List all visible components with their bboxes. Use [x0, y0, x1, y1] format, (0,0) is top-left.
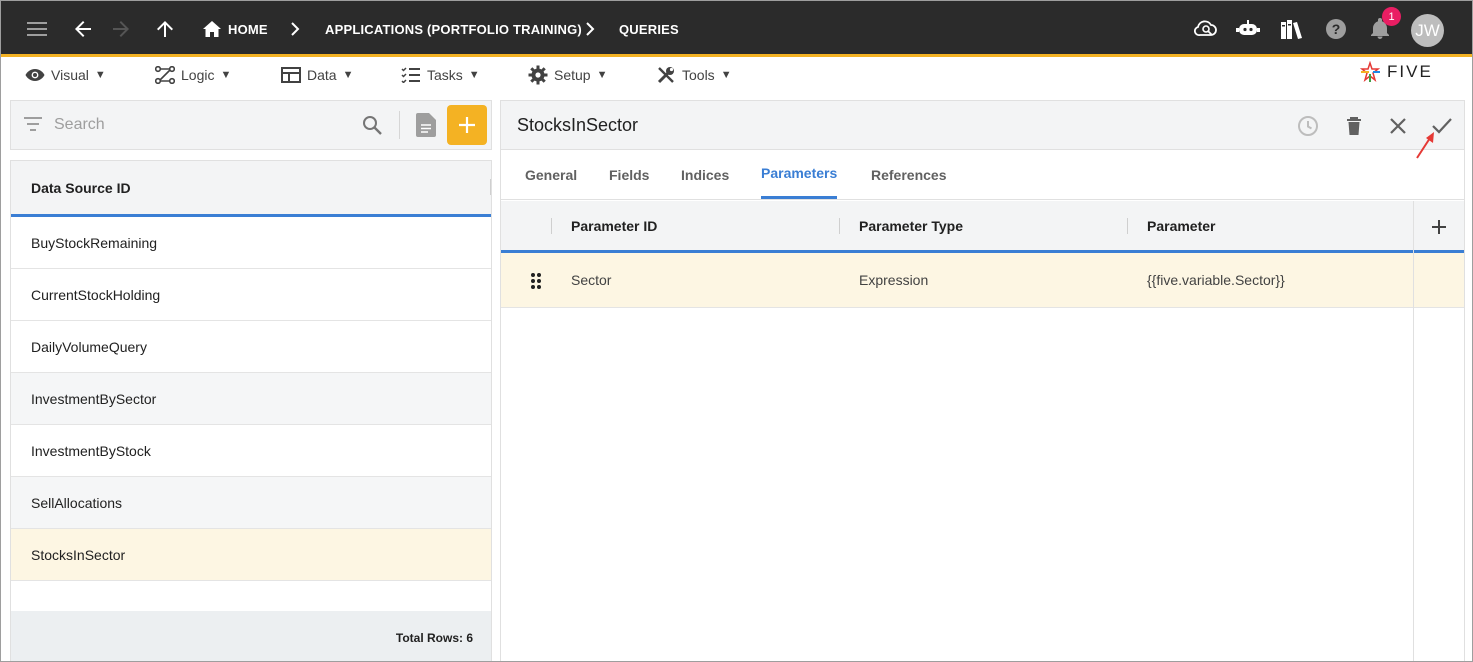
- cell-parameter-type: Expression: [859, 272, 929, 288]
- up-arrow-icon[interactable]: [153, 1, 177, 57]
- list-item[interactable]: DailyVolumeQuery: [11, 321, 491, 373]
- cloud-search-icon[interactable]: [1193, 1, 1219, 57]
- dropdown-arrow: ▼: [220, 69, 232, 81]
- column-header-parameter[interactable]: Parameter: [1147, 201, 1216, 250]
- grid-action-column-divider: [1413, 201, 1414, 661]
- menu-tools-label: Tools: [682, 67, 715, 83]
- svg-text:?: ?: [1332, 21, 1341, 37]
- menu-visual-label: Visual: [51, 67, 89, 83]
- tab-references[interactable]: References: [871, 150, 947, 199]
- menu-tools[interactable]: Tools ▼: [656, 60, 732, 90]
- cell-parameter-id: Sector: [571, 272, 612, 288]
- table-icon: [281, 67, 301, 83]
- library-books-icon[interactable]: [1279, 1, 1305, 57]
- list-item[interactable]: InvestmentByStock: [11, 425, 491, 477]
- tab-general[interactable]: General: [525, 150, 577, 199]
- tools-icon: [657, 67, 674, 84]
- chatbot-icon[interactable]: [1235, 1, 1261, 57]
- column-divider: [1127, 218, 1128, 234]
- list-item-selected[interactable]: StocksInSector: [11, 529, 491, 581]
- search-icon[interactable]: [362, 115, 382, 135]
- five-logo-mark: [1359, 61, 1381, 83]
- avatar[interactable]: JW: [1411, 14, 1444, 47]
- app-window: HOME APPLICATIONS (PORTFOLIO TRAINING) Q…: [0, 0, 1473, 662]
- gear-icon: [528, 65, 548, 85]
- hamburger-menu-icon[interactable]: [25, 1, 51, 57]
- history-icon[interactable]: [1293, 101, 1323, 150]
- annotation-arrow: [1416, 132, 1434, 159]
- list-item[interactable]: CurrentStockHolding: [11, 269, 491, 321]
- back-arrow-icon[interactable]: [71, 1, 95, 57]
- divider: [399, 111, 400, 139]
- search-bar: Search: [10, 100, 492, 150]
- table-row[interactable]: Sector Expression {{five.variable.Sector…: [501, 253, 1464, 308]
- column-divider: [551, 218, 552, 234]
- menu-logic[interactable]: Logic ▼: [155, 60, 231, 90]
- forward-arrow-icon[interactable]: [109, 1, 133, 57]
- tab-indices[interactable]: Indices: [681, 150, 729, 199]
- column-header-data-source-id[interactable]: Data Source ID: [31, 161, 131, 214]
- list-item[interactable]: SellAllocations: [11, 477, 491, 529]
- form-panel: StocksInSector General Fields Indices Pa…: [500, 100, 1465, 661]
- dropdown-arrow: ▼: [596, 69, 608, 81]
- column-divider: [839, 218, 840, 234]
- data-source-list: Data Source ID BuyStockRemaining Current…: [10, 160, 492, 661]
- close-icon[interactable]: [1383, 101, 1413, 150]
- menu-bar: Visual ▼ Logic ▼ Data ▼ Tasks ▼ Setup ▼ …: [1, 60, 1472, 90]
- notification-badge: 1: [1382, 7, 1401, 26]
- add-row-plus-icon[interactable]: [1431, 219, 1447, 235]
- form-tabs: General Fields Indices Parameters Refere…: [501, 150, 1464, 200]
- form-header: StocksInSector: [501, 101, 1464, 150]
- menu-tasks-label: Tasks: [427, 67, 463, 83]
- plus-icon: [459, 117, 475, 133]
- column-header-parameter-id[interactable]: Parameter ID: [571, 201, 657, 250]
- total-rows: Total Rows: 6: [395, 630, 473, 645]
- form-title: StocksInSector: [517, 115, 639, 135]
- chevron-right-icon: [585, 1, 595, 57]
- list-footer: Total Rows: 6: [11, 611, 491, 661]
- help-icon[interactable]: ?: [1324, 1, 1348, 57]
- breadcrumb-applications[interactable]: APPLICATIONS (PORTFOLIO TRAINING): [325, 1, 582, 57]
- menu-data[interactable]: Data ▼: [281, 60, 353, 90]
- list-item[interactable]: InvestmentBySector: [11, 373, 491, 425]
- logic-flow-icon: [155, 66, 175, 84]
- dropdown-arrow: ▼: [720, 69, 732, 81]
- document-icon[interactable]: [416, 113, 436, 137]
- menu-setup-label: Setup: [554, 67, 591, 83]
- column-header-parameter-type[interactable]: Parameter Type: [859, 201, 963, 250]
- breadcrumb-home[interactable]: HOME: [228, 1, 268, 57]
- menu-visual[interactable]: Visual ▼: [25, 60, 106, 90]
- breadcrumb-queries[interactable]: QUERIES: [619, 1, 679, 57]
- menu-data-label: Data: [307, 67, 337, 83]
- add-button[interactable]: [447, 105, 487, 145]
- five-logo: FIVE: [1359, 60, 1433, 84]
- menu-tasks[interactable]: Tasks ▼: [401, 60, 480, 90]
- search-input[interactable]: Search: [54, 101, 105, 149]
- dropdown-arrow: ▼: [342, 69, 354, 81]
- top-bar: HOME APPLICATIONS (PORTFOLIO TRAINING) Q…: [1, 1, 1472, 57]
- grid-header: Parameter ID Parameter Type Parameter: [501, 201, 1464, 253]
- list-header: Data Source ID: [11, 161, 491, 217]
- tab-parameters[interactable]: Parameters: [761, 150, 838, 199]
- filter-icon[interactable]: [24, 117, 42, 131]
- list-item[interactable]: BuyStockRemaining: [11, 217, 491, 269]
- drag-handle-icon[interactable]: [530, 273, 542, 289]
- cell-parameter: {{five.variable.Sector}}: [1147, 272, 1285, 288]
- dropdown-arrow: ▼: [94, 69, 106, 81]
- dropdown-arrow: ▼: [468, 69, 480, 81]
- tab-fields[interactable]: Fields: [609, 150, 649, 199]
- eye-icon: [25, 69, 45, 81]
- home-icon[interactable]: [201, 1, 223, 57]
- five-logo-text: FIVE: [1387, 62, 1433, 81]
- checklist-icon: [401, 67, 420, 83]
- delete-icon[interactable]: [1339, 101, 1369, 150]
- column-divider: [490, 179, 491, 195]
- menu-setup[interactable]: Setup ▼: [528, 60, 607, 90]
- menu-logic-label: Logic: [181, 67, 215, 83]
- chevron-right-icon: [290, 1, 300, 57]
